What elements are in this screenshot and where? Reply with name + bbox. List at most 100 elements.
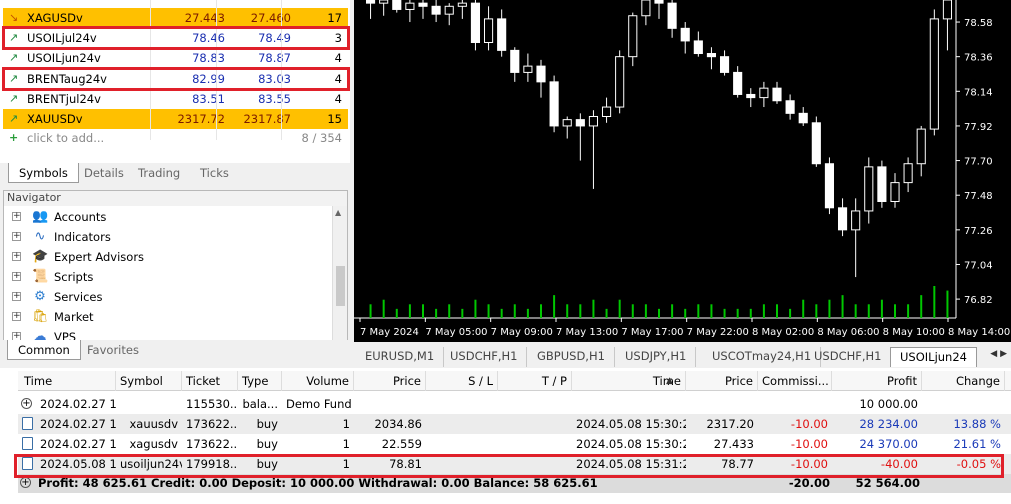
position-icon [22, 457, 33, 470]
chart-tab[interactable]: EURUSD,M1 [356, 347, 445, 367]
column-header-volume[interactable]: Volume [282, 371, 354, 391]
navigator-panel: Navigator + 👥 Accounts + ∿ Indicators + 🎓 Expert… [3, 190, 348, 361]
column-header-tp[interactable]: T / P [498, 371, 572, 391]
cell-price: 78.81 [389, 457, 422, 471]
cell-commission: -10.00 [790, 417, 828, 431]
price-label: 78.14 [964, 87, 993, 98]
symbol-name: XAUUSDv [27, 112, 83, 126]
symbol-count: 8 / 354 [301, 131, 342, 145]
candle-bullish [916, 128, 926, 165]
ask-price: 78.49 [258, 31, 291, 46]
cell-change: -0.05 % [956, 457, 1001, 471]
price-chart[interactable]: 78.58 78.36 78.14 77.92 77.70 77.48 77.26 77.04… [354, 0, 1011, 342]
tab-scroll-arrows-icon[interactable]: ◀ ▶ [990, 349, 1007, 359]
candle-bearish [824, 163, 835, 209]
chart-tab[interactable]: GBPUSD,H1 [528, 347, 615, 367]
cell-profit: -40.00 [880, 457, 918, 471]
arrow-up-icon: ↗ [9, 91, 19, 105]
arrow-down-icon: ↘ [9, 11, 19, 24]
candlestick-chart[interactable]: 78.58 78.36 78.14 77.92 77.70 77.48 77.26 77.04… [354, 0, 1011, 342]
candle-bearish [733, 71, 743, 95]
column-header-commission[interactable]: Commissi... [758, 371, 832, 391]
candle-bullish [759, 87, 769, 99]
cell-time: 2024.02.27 1... [40, 437, 116, 451]
expand-icon[interactable]: + [12, 272, 21, 281]
cell-time2: 2024.05.08 15:30:28 [576, 437, 686, 451]
tab-favorites[interactable]: Favorites [77, 340, 149, 360]
chart-tab[interactable]: USCOTmay24,H1 [703, 347, 822, 367]
column-header-change[interactable]: Change [922, 371, 1005, 391]
navigator-item-label: Accounts [54, 210, 107, 224]
scroll-up-icon[interactable]: ▲ [335, 208, 341, 217]
tab-common[interactable]: Common [7, 340, 81, 360]
cell-price2: 78.77 [721, 457, 754, 471]
column-header-price2[interactable]: Price [686, 371, 758, 391]
market-watch-row[interactable]: ↘ XAGUSDv 27.443 27.460 17 [3, 8, 348, 28]
column-header-time[interactable]: Time [18, 371, 116, 391]
symbol-name: BRENTaug24v [27, 71, 107, 86]
tab-details[interactable]: Details [74, 163, 134, 183]
column-header-type[interactable]: Type [238, 371, 282, 391]
column-header-ticket[interactable]: Ticket [182, 371, 238, 391]
chart-tab[interactable]: USDCHF,H1 [441, 347, 528, 367]
cell-price: 22.559 [381, 437, 422, 451]
expand-icon[interactable]: + [12, 312, 21, 321]
cell-volume: 1 [342, 457, 350, 471]
candle-bearish [365, 0, 376, 4]
market-watch-row[interactable]: ↗ BRENTaug24v 82.99 83.03 4 [3, 69, 348, 89]
price-label: 77.48 [964, 191, 993, 202]
candle-bullish [903, 163, 913, 184]
column-header-price[interactable]: Price [354, 371, 426, 391]
column-header-profit[interactable]: Profit [832, 371, 922, 391]
expand-icon[interactable]: + [12, 232, 21, 241]
table-row[interactable]: 2024.05.08 1... usoiljun24v 179918... buy 1 7… [18, 454, 1011, 474]
expand-icon[interactable]: + [12, 212, 21, 221]
cell-profit: 10 000.00 [859, 397, 918, 411]
spread: 17 [327, 11, 342, 25]
time-label: 7 May 09:00 [491, 327, 553, 338]
cell-volume: 1 [342, 437, 350, 451]
scroll-thumb[interactable] [336, 266, 345, 306]
candle-bearish [706, 53, 717, 58]
bid-price: 78.46 [192, 31, 225, 46]
chart-tab[interactable]: USDCHF,H1 [805, 347, 892, 367]
table-row[interactable]: 2024.02.27 1... xauusdv 173622... buy 1 2034.… [18, 414, 1011, 434]
column-header-symbol[interactable]: Symbol [116, 371, 182, 391]
chart-tab[interactable]: USOILjun24 [890, 347, 977, 367]
market-watch-row[interactable]: ↗ BRENTjul24v 83.51 83.55 4 [3, 89, 348, 109]
market-watch: ↘ XAGUSDv 27.443 27.460 17 ↗ USOILjul24v 78.46 7… [0, 0, 350, 163]
tab-symbols[interactable]: Symbols [8, 163, 79, 183]
chart-tab[interactable]: USDJPY,H1 [616, 347, 697, 367]
navigator-scrollbar[interactable]: ▲ ▼ [332, 206, 347, 361]
table-row[interactable]: +2024.02.27 1... 115530... bala... Demo Fun… [18, 394, 1011, 414]
cell-type: buy [256, 417, 278, 431]
ask-price: 27.460 [250, 11, 291, 25]
cell-time: 2024.02.27 1... [40, 397, 116, 411]
cell-price [354, 394, 426, 414]
navigator-item-label: Expert Advisors [54, 250, 145, 264]
market-icon: 🛍 [32, 309, 49, 324]
market-watch-row[interactable]: ↗ USOILjun24v 78.83 78.87 4 [3, 48, 348, 68]
symbol-name: USOILjul24v [27, 31, 97, 46]
symbol-name: BRENTjul24v [27, 91, 101, 106]
cell-tp [498, 394, 572, 414]
tab-ticks[interactable]: Ticks [190, 163, 239, 183]
column-divider [216, 0, 217, 140]
cell-ticket: 173622... [186, 437, 238, 451]
table-row[interactable]: 2024.02.27 1... xagusdv 173622... buy 1 22.55… [18, 434, 1011, 454]
candle-bearish [719, 56, 730, 73]
terminal-footer: + Profit: 48 625.61 Credit: 0.00 Deposit… [18, 474, 1011, 493]
expand-icon[interactable]: + [12, 252, 21, 261]
market-watch-row[interactable]: ↗ XAUUSDv 2317.72 2317.87 15 [3, 109, 348, 129]
candle-bullish [942, 0, 953, 20]
expand-icon[interactable]: + [12, 292, 21, 301]
expand-icon[interactable]: + [20, 477, 31, 488]
indicators-icon: ∿ [34, 229, 46, 244]
cell-symbol [116, 394, 182, 414]
arrow-up-icon: ↗ [9, 31, 19, 45]
tab-trading[interactable]: Trading [128, 163, 190, 183]
add-symbol-row[interactable]: + click to add... 8 / 354 [3, 128, 348, 148]
market-watch-row[interactable]: ↗ USOILjul24v 78.46 78.49 3 [3, 28, 348, 48]
time-label: 8 May 06:00 [817, 327, 879, 338]
column-header-sl[interactable]: S / L [426, 371, 498, 391]
